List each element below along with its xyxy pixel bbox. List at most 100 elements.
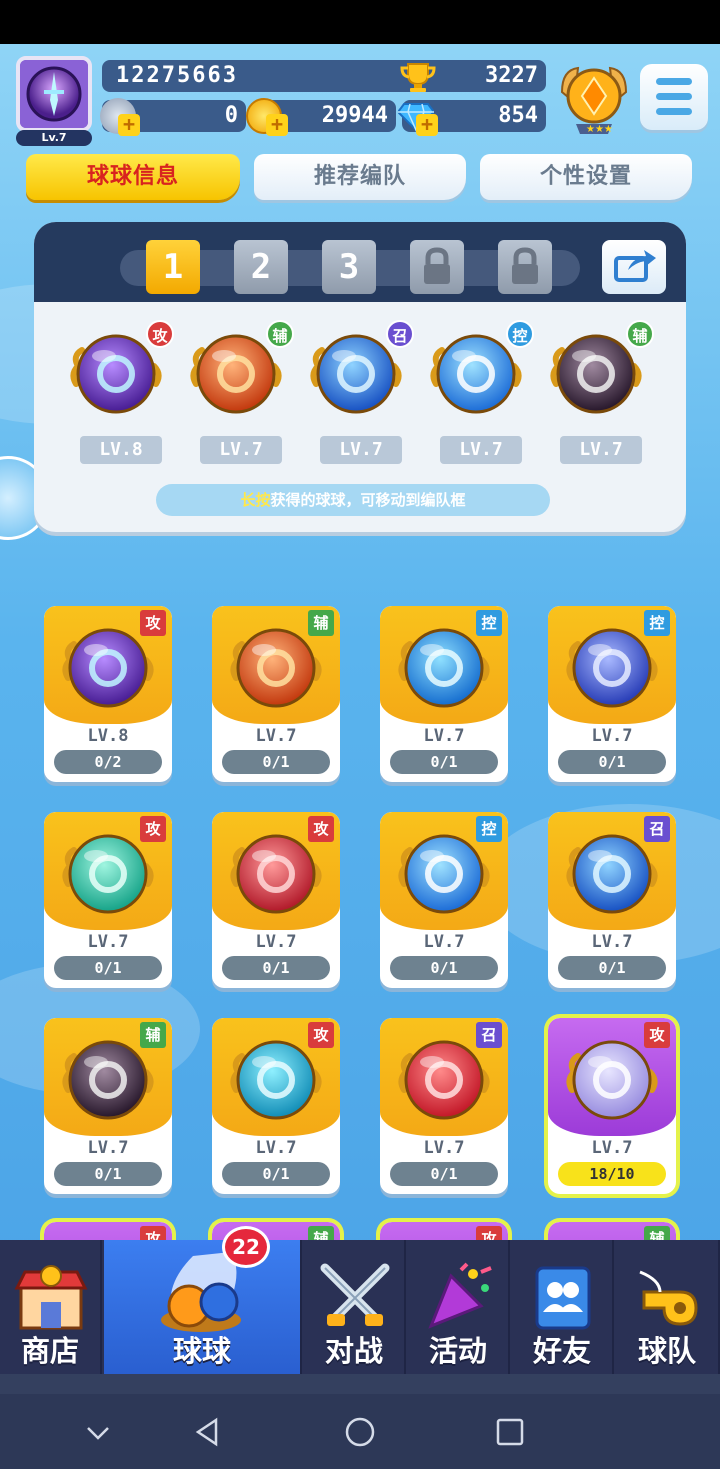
ball-type-badge: 攻 bbox=[308, 1022, 334, 1048]
sword-orb-icon bbox=[20, 60, 88, 128]
nav-swords[interactable]: 对战 bbox=[304, 1240, 406, 1374]
card-upgrade-progress: 0/1 bbox=[390, 750, 498, 774]
ball-card[interactable]: 攻 LV.7 0/1 bbox=[44, 812, 172, 988]
trophy-count: 3227 bbox=[485, 63, 538, 88]
ball-type-badge: 攻 bbox=[146, 320, 174, 348]
team-member-ball[interactable]: 控 bbox=[428, 320, 534, 422]
stamina-count: 0 bbox=[224, 103, 238, 128]
player-score: 12275663 bbox=[116, 63, 238, 88]
ball-type-badge: 攻 bbox=[140, 610, 166, 636]
locked-slot[interactable] bbox=[410, 240, 464, 294]
team-slot-2[interactable]: 2 bbox=[234, 240, 288, 294]
status-bar bbox=[0, 0, 720, 44]
add-plus-icon[interactable]: + bbox=[266, 114, 288, 136]
card-level: LV.8 bbox=[87, 726, 129, 746]
locked-slot[interactable] bbox=[498, 240, 552, 294]
team-member-level: LV.7 bbox=[200, 436, 282, 464]
nav-label: 球球 bbox=[172, 1334, 231, 1368]
ball-type-badge: 攻 bbox=[644, 1022, 670, 1048]
card-upgrade-progress: 0/1 bbox=[54, 956, 162, 980]
share-button[interactable] bbox=[602, 240, 666, 294]
add-plus-icon[interactable]: + bbox=[118, 114, 140, 136]
ball-type-badge: 召 bbox=[386, 320, 414, 348]
card-upgrade-progress: 0/1 bbox=[222, 750, 330, 774]
tab-ball-info[interactable]: 球球信息 bbox=[26, 154, 240, 200]
ball-type-badge: 控 bbox=[476, 610, 502, 636]
ball-type-badge: 攻 bbox=[308, 816, 334, 842]
rank-medal-icon[interactable]: ★★★ bbox=[558, 62, 630, 138]
stamina-bar[interactable]: + 0 bbox=[100, 98, 246, 136]
card-upgrade-progress: 0/1 bbox=[390, 1162, 498, 1186]
ball-type-badge: 辅 bbox=[140, 1022, 166, 1048]
team-panel: 1 2 3 攻 LV.8 辅 LV.7 召 LV.7 控 LV.7 辅 LV.7 长按获得… bbox=[34, 222, 686, 532]
card-level: LV.7 bbox=[423, 1138, 465, 1158]
nav-label: 商店 bbox=[20, 1334, 79, 1368]
ball-card[interactable]: 召 LV.7 0/1 bbox=[380, 1018, 508, 1194]
team-member-ball[interactable]: 辅 bbox=[548, 320, 654, 422]
home-icon[interactable] bbox=[344, 1416, 376, 1448]
coin-count: 29944 bbox=[321, 103, 388, 128]
card-level: LV.7 bbox=[87, 1138, 129, 1158]
nav-balls[interactable]: 球球 bbox=[104, 1240, 302, 1374]
menu-button[interactable] bbox=[640, 64, 708, 130]
ball-type-badge: 辅 bbox=[308, 610, 334, 636]
ball-type-badge: 攻 bbox=[140, 816, 166, 842]
team-member-ball[interactable]: 辅 bbox=[188, 320, 294, 422]
diamonds-bar[interactable]: + 854 bbox=[398, 100, 546, 136]
card-level: LV.7 bbox=[423, 726, 465, 746]
team-member-ball[interactable]: 召 bbox=[308, 320, 414, 422]
team-slot-3[interactable]: 3 bbox=[322, 240, 376, 294]
trophy-icon bbox=[400, 63, 436, 92]
lock-icon bbox=[512, 247, 538, 284]
shop-icon bbox=[13, 1262, 89, 1336]
party-popper-icon bbox=[421, 1262, 497, 1336]
ball-type-badge: 辅 bbox=[626, 320, 654, 348]
back-icon[interactable] bbox=[192, 1416, 224, 1448]
card-upgrade-progress: 18/10 bbox=[558, 1162, 666, 1186]
ball-card[interactable]: 攻 LV.7 0/1 bbox=[212, 812, 340, 988]
card-level: LV.7 bbox=[255, 932, 297, 952]
friends-book-icon bbox=[525, 1262, 601, 1336]
hint-banner: 长按获得的球球，可移动到编队框 bbox=[156, 484, 550, 516]
nav-shop[interactable]: 商店 bbox=[0, 1240, 102, 1374]
card-upgrade-progress: 0/1 bbox=[558, 956, 666, 980]
ball-type-badge: 召 bbox=[644, 816, 670, 842]
card-upgrade-progress: 0/1 bbox=[558, 750, 666, 774]
svg-text:★★★: ★★★ bbox=[586, 124, 613, 135]
hint-highlight: 长按 bbox=[240, 491, 271, 509]
tab-personal-settings[interactable]: 个性设置 bbox=[480, 154, 692, 200]
tab-recommended-team[interactable]: 推荐编队 bbox=[254, 154, 466, 200]
ball-card[interactable]: 攻 LV.8 0/2 bbox=[44, 606, 172, 782]
card-level: LV.7 bbox=[423, 932, 465, 952]
hint-text: 获得的球球，可移动到编队框 bbox=[270, 491, 466, 509]
team-member-ball[interactable]: 攻 bbox=[68, 320, 174, 422]
balls-notification-badge: 22 bbox=[222, 1226, 270, 1268]
player-avatar[interactable] bbox=[16, 56, 92, 132]
card-upgrade-progress: 0/1 bbox=[54, 1162, 162, 1186]
diamond-count: 854 bbox=[498, 103, 538, 128]
ball-card[interactable]: 控 LV.7 0/1 bbox=[380, 812, 508, 988]
ball-card[interactable]: 召 LV.7 0/1 bbox=[548, 812, 676, 988]
card-level: LV.7 bbox=[255, 726, 297, 746]
nav-whistle[interactable]: 球队 bbox=[616, 1240, 720, 1374]
ball-card[interactable]: 辅 LV.7 0/1 bbox=[44, 1018, 172, 1194]
nav-label: 对战 bbox=[324, 1334, 383, 1368]
hide-keyboard-icon[interactable] bbox=[82, 1416, 114, 1448]
ball-card[interactable]: 控 LV.7 0/1 bbox=[380, 606, 508, 782]
whistle-icon bbox=[630, 1262, 706, 1336]
team-member-level: LV.7 bbox=[320, 436, 402, 464]
coins-bar[interactable]: + 29944 bbox=[246, 98, 396, 136]
team-member-level: LV.8 bbox=[80, 436, 162, 464]
nav-friends-book[interactable]: 好友 bbox=[512, 1240, 614, 1374]
ball-type-badge: 控 bbox=[476, 816, 502, 842]
ball-card[interactable]: 攻 LV.7 0/1 bbox=[212, 1018, 340, 1194]
ball-card[interactable]: 辅 LV.7 0/1 bbox=[212, 606, 340, 782]
team-member-level: LV.7 bbox=[560, 436, 642, 464]
recents-icon[interactable] bbox=[494, 1416, 526, 1448]
ball-card[interactable]: 控 LV.7 0/1 bbox=[548, 606, 676, 782]
add-plus-icon[interactable]: + bbox=[416, 114, 438, 136]
ball-type-badge: 辅 bbox=[266, 320, 294, 348]
nav-party-popper[interactable]: 活动 bbox=[408, 1240, 510, 1374]
ball-card[interactable]: 攻 LV.7 18/10 bbox=[548, 1018, 676, 1194]
team-slot-1[interactable]: 1 bbox=[146, 240, 200, 294]
